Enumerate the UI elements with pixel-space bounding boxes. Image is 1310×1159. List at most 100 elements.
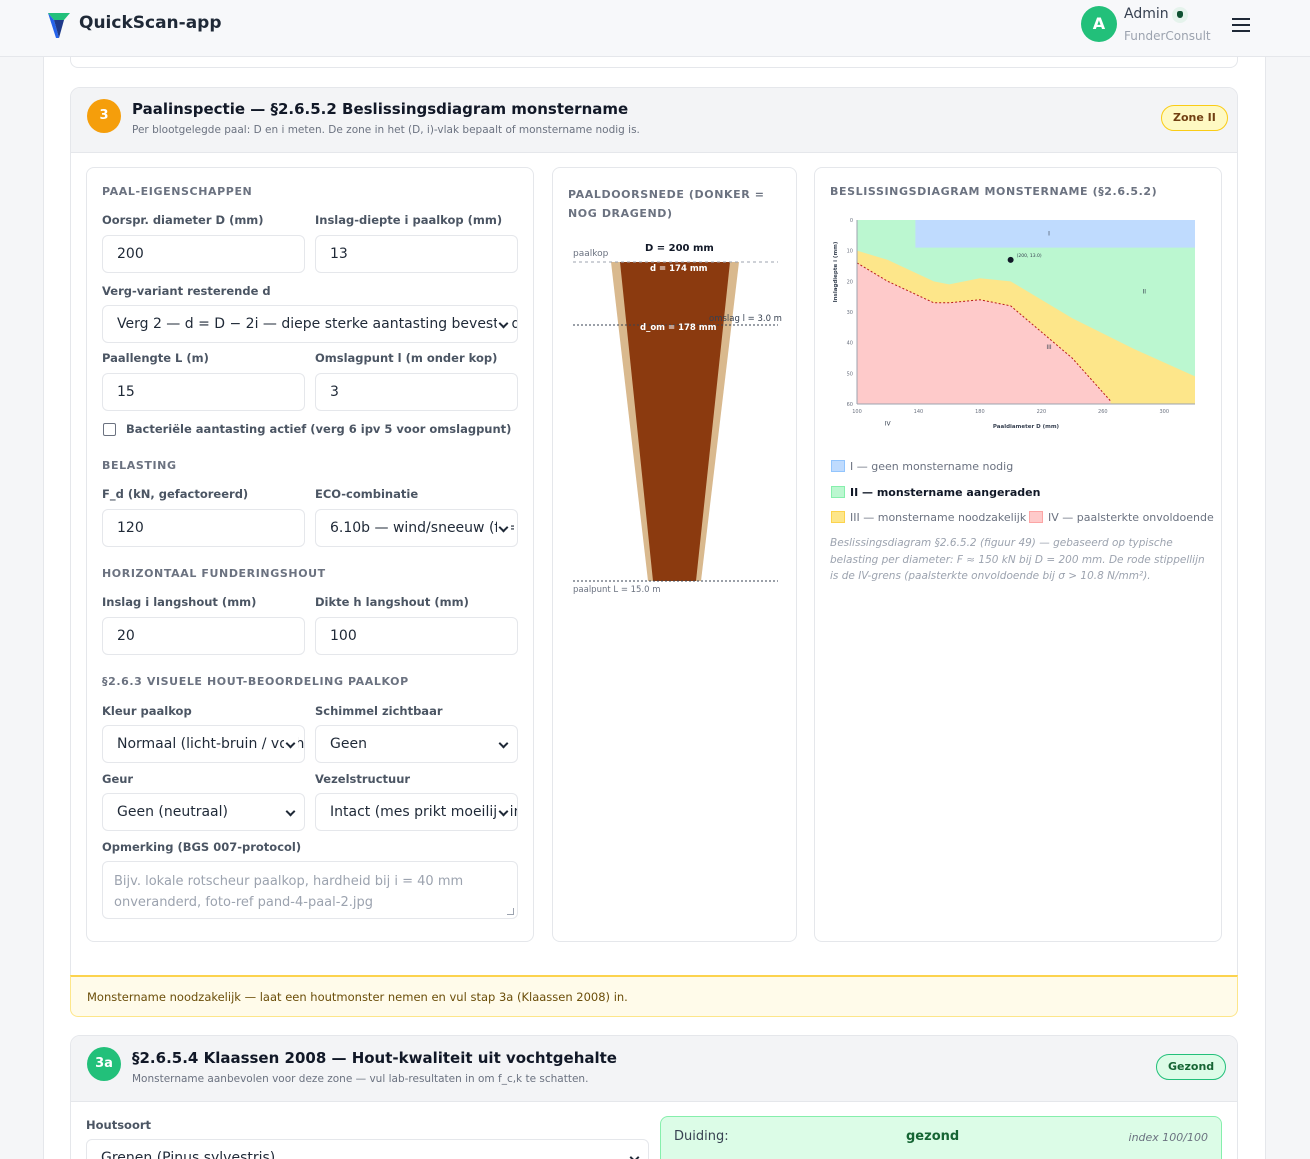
verg-label: Verg-variant resterende d xyxy=(102,284,271,298)
omslag-label-chart: omslag l = 3.0 m xyxy=(709,314,782,324)
paal-properties-panel: PAAL-EIGENSCHAPPEN Oorspr. diameter D (m… xyxy=(86,167,534,942)
section-heading: PAAL-EIGENSCHAPPEN xyxy=(102,185,253,198)
legend-swatch xyxy=(831,486,845,498)
opmerking-label: Opmerking (BGS 007-protocol) xyxy=(102,840,302,854)
kleur-select[interactable]: Normaal (licht-bruin / vochtig) xyxy=(102,725,305,763)
step-number: 3a xyxy=(87,1047,121,1081)
duiding-label: Duiding: xyxy=(674,1129,729,1144)
y-tick-label: 0 xyxy=(850,218,853,224)
visueel-heading: §2.6.3 VISUELE HOUT-BEOORDELING PAALKOP xyxy=(102,675,409,688)
app-title: QuickScan-app xyxy=(79,13,222,33)
schimmel-select[interactable]: Geen xyxy=(315,725,518,763)
lengte-label: Paallengte L (m) xyxy=(102,351,209,365)
x-tick-label: 140 xyxy=(914,409,924,415)
houtsoort-select-value: Grenen (Pinus sylvestris) xyxy=(101,1150,276,1159)
y-axis-label: Inslagdiepte i (mm) xyxy=(833,241,839,302)
data-point-label: (200, 13.0) xyxy=(1017,253,1042,259)
step3a-title: §2.6.5.4 Klaassen 2008 — Hout-kwaliteit … xyxy=(132,1049,617,1067)
dikte-label: Dikte h langshout (mm) xyxy=(315,595,469,609)
y-tick-label: 40 xyxy=(847,341,853,347)
chevron-down-icon xyxy=(497,510,511,546)
fd-label: F_d (kN, gefactoreerd) xyxy=(102,487,249,501)
diameter-label: Oorspr. diameter D (mm) xyxy=(102,213,264,227)
warning-banner: Monstername noodzakelijk — laat een hout… xyxy=(70,975,1238,1017)
schimmel-select-value: Geen xyxy=(330,736,367,752)
geur-select[interactable]: Geen (neutraal) xyxy=(102,793,305,831)
eco-select[interactable]: 6.10b — wind/sneeuw (f = 1.2) xyxy=(315,509,518,547)
lengte-input[interactable]: 15 xyxy=(102,373,305,411)
fd-input[interactable]: 120 xyxy=(102,509,305,547)
opmerking-placeholder: Bijv. lokale rotscheur paalkop, hardheid… xyxy=(114,874,464,910)
chevron-down-icon xyxy=(628,1140,642,1159)
y-tick-label: 60 xyxy=(847,402,853,408)
chevron-down-icon xyxy=(284,726,298,762)
decision-chart: 100 140 180 220 260 300 0 10 20 30 40 50 60 Paaldiame… xyxy=(833,218,1195,430)
houtsoort-select[interactable]: Grenen (Pinus sylvestris) xyxy=(86,1139,649,1159)
avatar[interactable]: A xyxy=(1081,6,1117,42)
y-tick-label: 20 xyxy=(847,279,853,285)
diameter-input[interactable]: 200 xyxy=(102,235,305,273)
belasting-heading: BELASTING xyxy=(102,459,177,472)
zone-badge: Zone II xyxy=(1161,105,1228,131)
dikte-input[interactable]: 100 xyxy=(315,617,518,655)
duiding-panel: Duiding: gezond index 100/100 xyxy=(660,1116,1222,1159)
chevron-down-icon xyxy=(497,794,511,830)
step3-title: Paalinspectie — §2.6.5.2 Beslissingsdiag… xyxy=(132,100,629,118)
y-tick-label: 50 xyxy=(847,371,853,377)
kleur-label: Kleur paalkop xyxy=(102,704,192,718)
legend-label: I — geen monstername nodig xyxy=(850,460,1014,473)
eco-label: ECO-combinatie xyxy=(315,487,419,501)
legend-swatch xyxy=(831,511,845,523)
paalpunt-label: paalpunt L = 15.0 m xyxy=(573,585,661,595)
legend-label: II — monstername aangeraden xyxy=(850,486,1041,499)
vezel-select-value: Intact (mes prikt moeilijk in) xyxy=(330,804,518,820)
verg-select-value: Verg 2 — d = D − 2i — diepe sterke aanta… xyxy=(117,316,518,332)
bacterial-checkbox[interactable] xyxy=(103,423,116,436)
eco-select-value: 6.10b — wind/sneeuw (f = 1.2) xyxy=(330,520,517,536)
omslag-input[interactable]: 3 xyxy=(315,373,518,411)
data-point xyxy=(1007,256,1014,263)
vezel-label: Vezelstructuur xyxy=(315,772,411,786)
langshout-inslag-label: Inslag i langshout (mm) xyxy=(102,595,257,609)
shield-icon xyxy=(1172,7,1188,23)
zone-I-area xyxy=(915,220,1195,248)
cross-section-panel: PAALDOORSNEDE (DONKER = NOG DRAGEND) D =… xyxy=(552,167,797,942)
geur-label: Geur xyxy=(102,772,134,786)
user-organization: FunderConsult xyxy=(1124,29,1211,43)
chevron-down-icon xyxy=(497,726,511,762)
previous-card xyxy=(70,57,1238,68)
horizontaal-heading: HORIZONTAAL FUNDERINGSHOUT xyxy=(102,567,326,580)
inslag-label: Inslag-diepte i paalkop (mm) xyxy=(315,213,503,227)
langshout-inslag-input[interactable]: 20 xyxy=(102,617,305,655)
pile-cross-section xyxy=(573,261,778,582)
vezel-select[interactable]: Intact (mes prikt moeilijk in) xyxy=(315,793,518,831)
legend-item-zone-4: IV — paalsterkte onvoldoende xyxy=(1029,511,1214,524)
top-bar: QuickScan-app A Admin FunderConsult xyxy=(0,0,1310,57)
menu-icon[interactable] xyxy=(1232,18,1250,32)
x-tick-label: 260 xyxy=(1098,409,1108,415)
step3-subtitle: Per blootgelegde paal: D en i meten. De … xyxy=(132,124,640,136)
status-badge: Gezond xyxy=(1156,1054,1227,1080)
x-tick-label: 220 xyxy=(1037,409,1047,415)
zone-label-IV: IV xyxy=(885,420,892,427)
houtsoort-label: Houtsoort xyxy=(86,1118,152,1132)
step3-header: 3 Paalinspectie — §2.6.5.2 Beslissingsdi… xyxy=(71,88,1237,153)
legend-item-zone-3: III — monstername noodzakelijk xyxy=(831,511,1026,524)
bacterial-label[interactable]: Bacteriële aantasting actief (verg 6 ipv… xyxy=(126,422,511,436)
verg-select[interactable]: Verg 2 — d = D − 2i — diepe sterke aanta… xyxy=(102,305,518,343)
top-d-label: d = 174 mm xyxy=(650,264,708,274)
user-name[interactable]: Admin xyxy=(1124,6,1169,22)
legend-label: IV — paalsterkte onvoldoende xyxy=(1048,511,1214,524)
step3a-subtitle: Monstername aanbevolen voor deze zone — … xyxy=(132,1073,589,1085)
mid-d-label: d_om = 178 mm xyxy=(640,323,717,333)
legend-item-zone-2: II — monstername aangeraden xyxy=(831,486,1040,499)
y-tick-label: 10 xyxy=(847,249,853,255)
omslag-label: Omslagpunt l (m onder kop) xyxy=(315,351,498,365)
kleur-select-value: Normaal (licht-bruin / vochtig) xyxy=(117,736,304,752)
zone-label-I: I xyxy=(1048,230,1050,237)
inslag-input[interactable]: 13 xyxy=(315,235,518,273)
zone-label-II: II xyxy=(1143,289,1147,296)
opmerking-textarea[interactable]: Bijv. lokale rotscheur paalkop, hardheid… xyxy=(102,861,518,919)
resize-grip-icon[interactable] xyxy=(507,908,514,915)
legend-swatch xyxy=(1029,511,1043,523)
